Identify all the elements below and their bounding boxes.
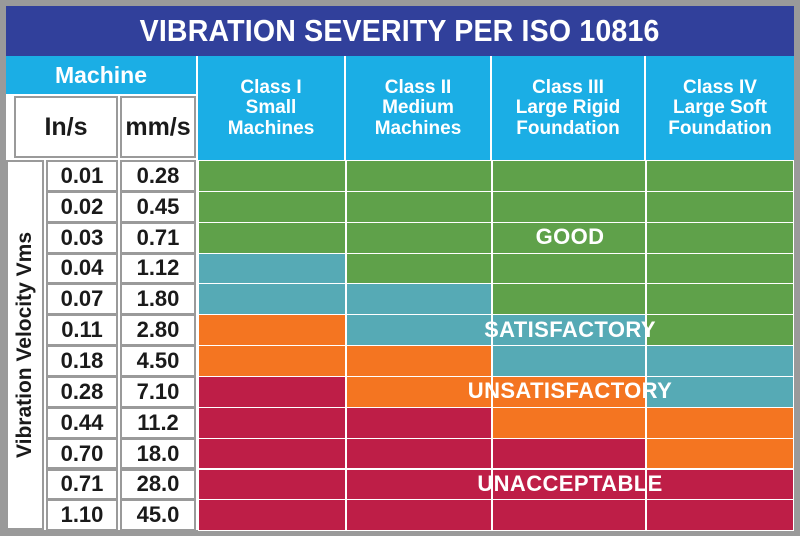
severity-cell bbox=[198, 499, 346, 532]
class-header-2-name: Class II bbox=[384, 76, 452, 98]
value-cell-ins: 0.44 bbox=[46, 406, 118, 439]
class-header-3: Class III Large Rigid Foundation bbox=[492, 56, 644, 161]
value-cell-mms: 11.2 bbox=[120, 406, 196, 439]
value-cell-mms: 0.45 bbox=[120, 190, 196, 223]
value-cell-mms: 7.10 bbox=[120, 375, 196, 408]
severity-cell bbox=[646, 406, 794, 439]
class-header-4-desc1: Large Soft bbox=[673, 97, 767, 119]
severity-cell bbox=[198, 190, 346, 223]
severity-cell bbox=[198, 437, 346, 470]
severity-cell bbox=[646, 160, 794, 192]
severity-cell bbox=[346, 345, 492, 377]
severity-cell bbox=[646, 345, 794, 377]
severity-cell bbox=[346, 160, 492, 192]
severity-cell bbox=[492, 160, 646, 192]
value-cell-ins: 0.03 bbox=[46, 221, 118, 254]
class-header-3-desc2: Foundation bbox=[516, 117, 620, 139]
severity-cell bbox=[198, 283, 346, 316]
value-cell-ins: 0.70 bbox=[46, 437, 118, 470]
value-cell-ins: 1.10 bbox=[46, 499, 118, 532]
chart-title-bar: VIBRATION SEVERITY PER ISO 10816 bbox=[6, 6, 794, 56]
severity-cell bbox=[346, 283, 492, 316]
value-cell-mms: 28.0 bbox=[120, 468, 196, 501]
severity-cell bbox=[346, 406, 492, 439]
value-cell-ins: 0.11 bbox=[46, 314, 118, 347]
value-cell-ins: 0.04 bbox=[46, 252, 118, 285]
severity-cell bbox=[492, 499, 646, 532]
severity-cell bbox=[646, 499, 794, 532]
class-header-2-desc2: Machines bbox=[374, 117, 462, 139]
unit-header-ins: In/s bbox=[14, 96, 118, 158]
severity-cell bbox=[198, 221, 346, 254]
class-header-4-desc2: Foundation bbox=[668, 117, 772, 139]
severity-cell bbox=[346, 437, 492, 470]
severity-cell bbox=[646, 221, 794, 254]
class-header-4: Class IV Large Soft Foundation bbox=[646, 56, 794, 161]
severity-cell bbox=[492, 252, 646, 285]
severity-cell bbox=[346, 499, 492, 532]
value-cell-ins: 0.07 bbox=[46, 283, 118, 316]
value-cell-mms: 18.0 bbox=[120, 437, 196, 470]
page-title: VIBRATION SEVERITY PER ISO 10816 bbox=[140, 13, 660, 48]
value-cell-mms: 2.80 bbox=[120, 314, 196, 347]
severity-cell bbox=[646, 252, 794, 285]
severity-cell bbox=[346, 221, 492, 254]
vertical-axis-label-text: Vibration Velocity Vms bbox=[13, 231, 36, 459]
value-cell-ins: 0.71 bbox=[46, 468, 118, 501]
severity-cell bbox=[346, 468, 492, 501]
unit-header-ins-label: In/s bbox=[44, 112, 88, 141]
severity-cell bbox=[492, 190, 646, 223]
severity-cell bbox=[646, 190, 794, 223]
value-cell-ins: 0.02 bbox=[46, 190, 118, 223]
severity-cell bbox=[198, 345, 346, 377]
severity-cell bbox=[346, 314, 492, 347]
class-header-2: Class II Medium Machines bbox=[346, 56, 490, 161]
severity-cell bbox=[346, 375, 492, 408]
severity-cell bbox=[492, 221, 646, 254]
severity-cell bbox=[492, 468, 646, 501]
class-header-3-desc1: Large Rigid bbox=[515, 97, 621, 119]
class-header-3-name: Class III bbox=[532, 76, 604, 98]
severity-cell bbox=[198, 252, 346, 285]
class-header-1-desc2: Machines bbox=[227, 117, 315, 139]
severity-cell bbox=[198, 314, 346, 347]
severity-cell bbox=[198, 160, 346, 192]
severity-cell bbox=[646, 437, 794, 470]
severity-cell bbox=[646, 283, 794, 316]
class-header-2-desc1: Medium bbox=[382, 97, 454, 119]
value-cell-mms: 1.80 bbox=[120, 283, 196, 316]
class-header-1-desc1: Small bbox=[245, 97, 297, 119]
severity-cell bbox=[646, 468, 794, 501]
unit-header-mms: mm/s bbox=[120, 96, 196, 158]
value-cell-mms: 1.12 bbox=[120, 252, 196, 285]
value-cell-mms: 45.0 bbox=[120, 499, 196, 532]
vertical-axis-label: Vibration Velocity Vms bbox=[6, 160, 44, 530]
value-cell-ins: 0.18 bbox=[46, 345, 118, 377]
class-header-4-name: Class IV bbox=[683, 76, 757, 98]
value-cell-mms: 0.71 bbox=[120, 221, 196, 254]
value-cell-mms: 0.28 bbox=[120, 160, 196, 192]
severity-cell bbox=[646, 375, 794, 408]
severity-cell bbox=[198, 468, 346, 501]
severity-cell bbox=[492, 345, 646, 377]
severity-cell bbox=[492, 314, 646, 347]
value-cell-ins: 0.28 bbox=[46, 375, 118, 408]
severity-cell bbox=[346, 190, 492, 223]
value-cell-ins: 0.01 bbox=[46, 160, 118, 192]
severity-cell bbox=[646, 314, 794, 347]
machine-header: Machine bbox=[6, 56, 196, 94]
class-header-1-name: Class I bbox=[240, 76, 302, 98]
machine-header-label: Machine bbox=[54, 61, 148, 88]
severity-cell bbox=[492, 283, 646, 316]
severity-cell bbox=[198, 406, 346, 439]
unit-header-mms-label: mm/s bbox=[125, 112, 191, 141]
severity-cell bbox=[492, 406, 646, 439]
severity-cell bbox=[346, 252, 492, 285]
severity-cell bbox=[492, 437, 646, 470]
value-cell-mms: 4.50 bbox=[120, 345, 196, 377]
class-header-1: Class I Small Machines bbox=[198, 56, 344, 161]
vibration-severity-chart: VIBRATION SEVERITY PER ISO 10816 Machine… bbox=[0, 0, 800, 536]
severity-cell bbox=[492, 375, 646, 408]
severity-cell bbox=[198, 375, 346, 408]
